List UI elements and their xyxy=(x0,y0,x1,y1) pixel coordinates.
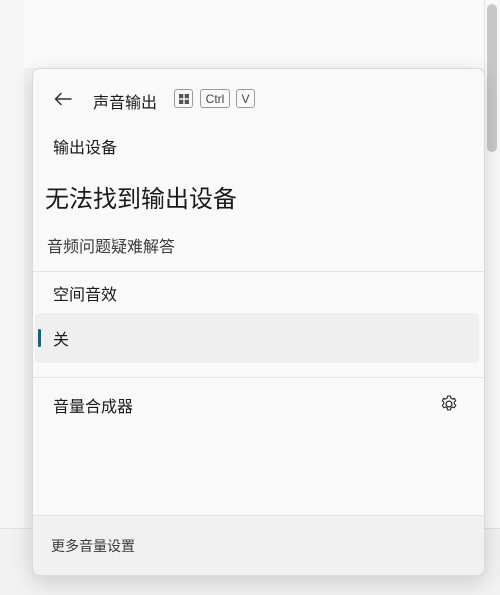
no-output-device-message: 无法找到输出设备 xyxy=(45,185,237,213)
sound-output-flyout: 声音输出 Ctrl V 输出设备 无法找到输出设备 音频问题疑难解答 空间音效 … xyxy=(32,68,485,576)
more-volume-settings-link[interactable]: 更多音量设置 xyxy=(51,536,135,556)
troubleshoot-audio-link[interactable]: 音频问题疑难解答 xyxy=(47,233,175,257)
volume-mixer-label: 音量合成器 xyxy=(53,397,134,416)
divider xyxy=(33,377,484,378)
shortcut-key-v: V xyxy=(236,89,255,108)
windows-key-icon xyxy=(174,89,193,108)
background-scrollbar-thumb[interactable] xyxy=(487,4,497,152)
spatial-audio-option-label: 关 xyxy=(53,330,70,349)
flyout-footer: 更多音量设置 xyxy=(33,515,484,575)
selected-indicator xyxy=(38,329,41,347)
output-device-label: 输出设备 xyxy=(53,138,118,157)
spatial-audio-option-off[interactable]: 关 xyxy=(35,313,479,363)
spatial-audio-label: 空间音效 xyxy=(53,285,118,304)
volume-mixer-button[interactable]: 音量合成器 xyxy=(33,379,484,427)
background-left-window xyxy=(0,0,24,594)
shortcut-key-ctrl: Ctrl xyxy=(200,89,230,108)
panel-title: 声音输出 xyxy=(93,93,158,112)
divider xyxy=(33,271,484,272)
gear-icon xyxy=(441,395,457,411)
background-top-window xyxy=(24,0,486,68)
back-arrow-icon[interactable] xyxy=(51,87,75,111)
